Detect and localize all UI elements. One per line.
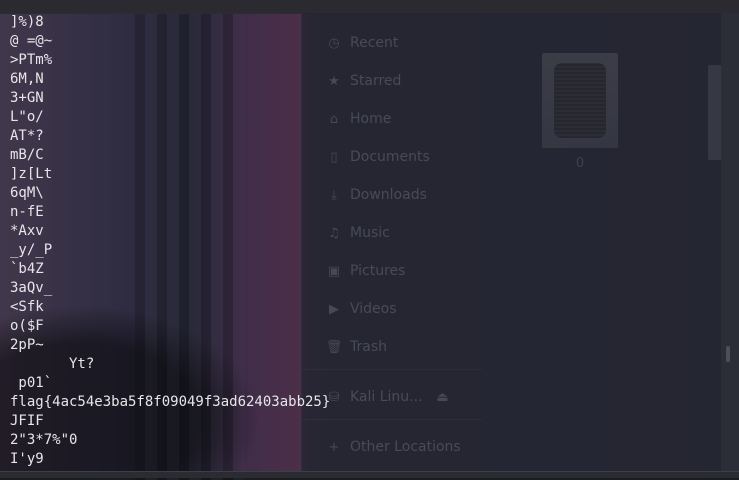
terminal-line: ]%)8 — [10, 14, 44, 30]
terminal-line: Yt? — [10, 356, 95, 372]
terminal-line: >PTm% — [10, 52, 53, 68]
terminal-line: p01` — [10, 375, 53, 391]
top-panel — [0, 0, 739, 14]
terminal-line: L"o/ — [10, 109, 44, 125]
terminal-line: I'y9 — [10, 451, 44, 467]
terminal-line: n-fE — [10, 204, 44, 220]
terminal-line: ]z[Lt — [10, 166, 53, 182]
terminal-line: *Axv — [10, 223, 44, 239]
terminal-line: `b4Z — [10, 261, 44, 277]
terminal-line: o($F — [10, 318, 44, 334]
terminal-line: AT*? — [10, 128, 44, 144]
terminal-line: 3aQv_ — [10, 280, 53, 296]
terminal-line: 2"3*7%"0 — [10, 432, 78, 448]
terminal-line: 6qM\ — [10, 185, 44, 201]
terminal-line: mB/C — [10, 147, 44, 163]
terminal-window[interactable]: ]%)8 @ =@~ >PTm% 6M,N 3+GN L"o/ AT*? mB/… — [0, 13, 739, 477]
terminal-line: _y/_P — [10, 242, 53, 258]
terminal-line: JFIF — [10, 413, 44, 429]
terminal-line: <Sfk — [10, 299, 44, 315]
terminal-line-flag: flag{4ac54e3ba5f8f09049f3ad62403abb25} — [10, 394, 331, 410]
terminal-line: 2pP~ — [10, 337, 44, 353]
terminal-line: @ =@~ — [10, 33, 53, 49]
terminal-output: ]%)8 @ =@~ >PTm% 6M,N 3+GN L"o/ AT*? mB/… — [10, 13, 330, 469]
terminal-line: 3+GN — [10, 90, 44, 106]
terminal-line: 6M,N — [10, 71, 44, 87]
